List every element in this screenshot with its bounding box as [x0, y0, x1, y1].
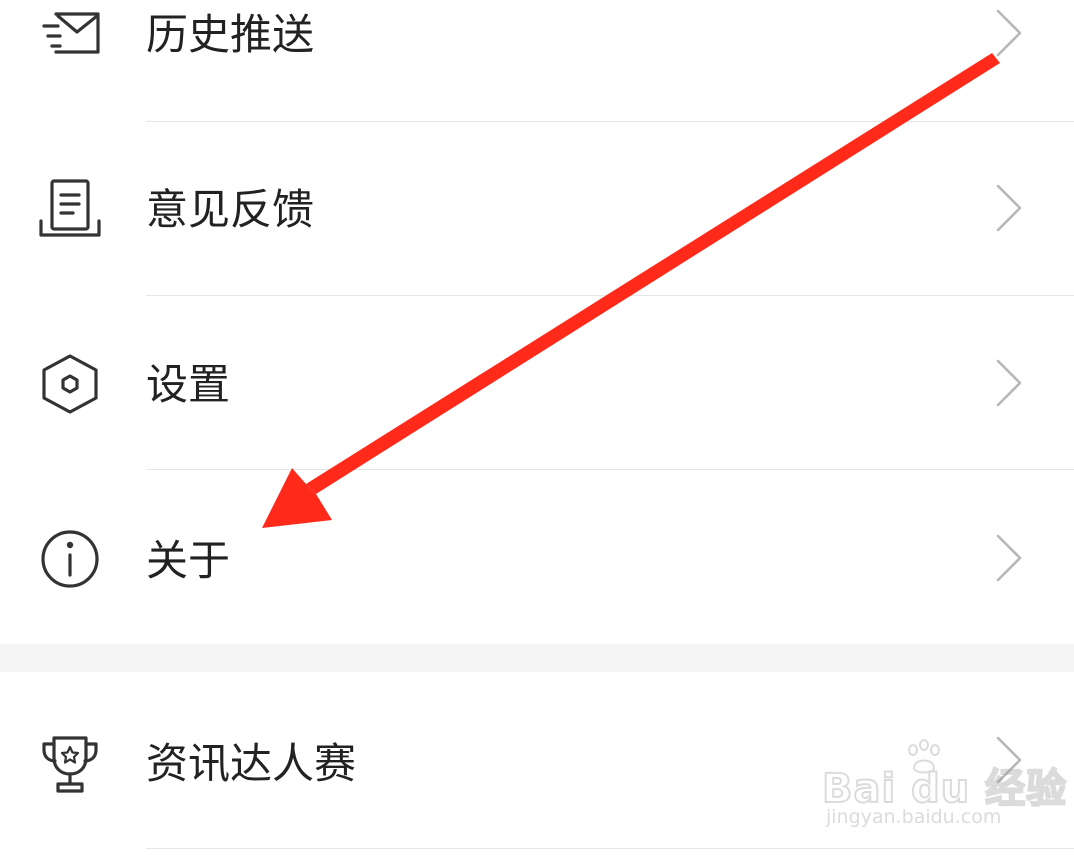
menu-item-label: 资讯达人赛 — [146, 739, 357, 788]
watermark-url: jingyan.baidu.com — [826, 806, 1002, 828]
menu-item-history-push[interactable]: 历史推送 — [0, 0, 1074, 122]
watermark: Bai du 经验 jingyan.baidu.com — [821, 738, 1067, 838]
info-circle-icon — [36, 525, 104, 593]
chevron-right-icon — [992, 7, 1026, 59]
hexagon-settings-icon — [36, 350, 104, 418]
menu-item-label: 设置 — [146, 360, 231, 409]
section-gap — [0, 644, 1074, 672]
menu-item-about[interactable]: 关于 — [0, 470, 1074, 644]
menu-screen: 历史推送 意见反馈 设置 关于 资讯达人赛 Bai du 经验 jingyan.… — [0, 0, 1074, 856]
menu-item-label: 历史推送 — [146, 10, 315, 59]
trophy-icon — [36, 730, 104, 798]
menu-item-feedback[interactable]: 意见反馈 — [0, 122, 1074, 296]
chevron-right-icon — [992, 532, 1026, 584]
envelope-send-icon — [36, 0, 104, 68]
menu-item-settings[interactable]: 设置 — [0, 296, 1074, 470]
divider — [146, 848, 1074, 849]
menu-item-label: 关于 — [146, 536, 231, 585]
feedback-document-icon — [36, 175, 104, 243]
menu-item-label: 意见反馈 — [146, 185, 315, 234]
menu-section-main: 历史推送 意见反馈 设置 关于 — [0, 0, 1074, 644]
chevron-right-icon — [992, 357, 1026, 409]
chevron-right-icon — [992, 182, 1026, 234]
